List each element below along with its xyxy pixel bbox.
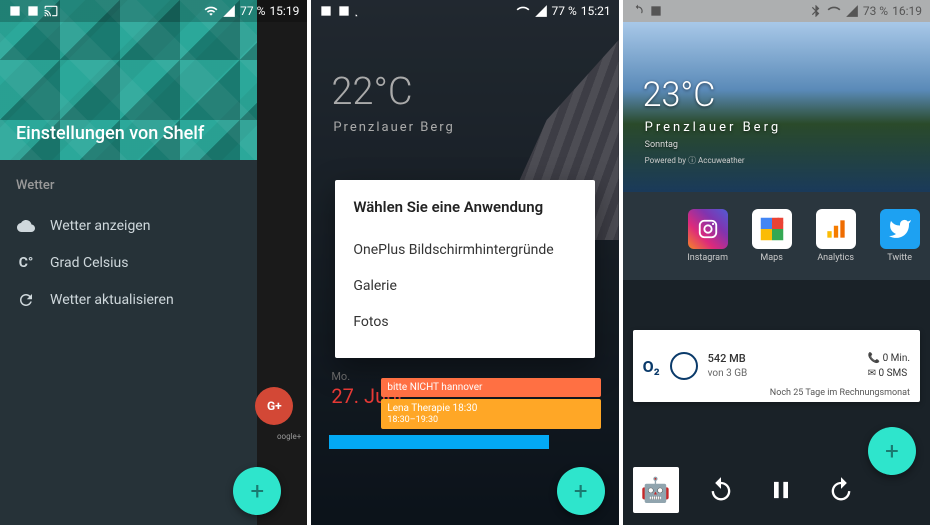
mins-row: 📞 0 Min. (868, 351, 910, 366)
calendar-events: bitte NICHT hannover Lena Therapie 18:30… (381, 378, 600, 431)
dialog-option-photos[interactable]: Fotos (353, 304, 576, 340)
status-bar: 77 % 15:21 (311, 0, 618, 22)
forward-button[interactable] (823, 472, 859, 508)
maps-icon (752, 209, 792, 249)
weather-temp: 23°C (643, 75, 716, 115)
calendar-event[interactable]: bitte NICHT hannover (381, 378, 600, 397)
signal-icon (534, 4, 548, 18)
app-instagram[interactable]: Instagram (683, 209, 733, 263)
status-bar: 77 % 15:19 (0, 0, 307, 22)
rewind-button[interactable] (703, 472, 739, 508)
app-maps[interactable]: Maps (747, 209, 797, 263)
setting-label: Wetter aktualisieren (50, 292, 291, 308)
sync-icon (631, 4, 645, 18)
battery-text: 77 % (552, 4, 577, 18)
setting-row-show-weather[interactable]: Wetter anzeigen (16, 207, 291, 245)
data-used: 542 MB (708, 352, 748, 366)
cloud-icon (16, 217, 36, 235)
album-art[interactable]: 🤖 (633, 467, 679, 513)
sms-row: ✉ 0 SMS (868, 366, 910, 381)
notification-icon (26, 4, 40, 18)
instagram-icon (688, 209, 728, 249)
weather-location: Prenzlauer Berg (645, 120, 782, 135)
background-peek (257, 0, 307, 525)
data-total: von 3 GB (708, 367, 748, 380)
clock-text: 16:19 (892, 4, 922, 18)
setting-row-celsius[interactable]: C° Grad Celsius (16, 245, 291, 281)
phone-shelf: 73 % 16:19 23°C Prenzlauer Berg Sonntag … (623, 0, 930, 525)
weather-day: Sonntag (645, 140, 678, 150)
gplus-label: oogle+ (277, 432, 301, 441)
wifi-icon (827, 4, 841, 18)
dialog-option-gallery[interactable]: Galerie (353, 268, 576, 304)
setting-row-refresh[interactable]: Wetter aktualisieren (16, 281, 291, 319)
signal-icon (222, 4, 236, 18)
cast-icon (44, 4, 58, 18)
calendar-strip (329, 435, 548, 449)
notification-icon (337, 4, 351, 18)
clock-text: 15:19 (269, 4, 299, 18)
calendar-day: Mo. (331, 370, 350, 383)
setting-label: Wetter anzeigen (50, 218, 243, 234)
page-title: Einstellungen von Shelf (16, 123, 204, 144)
fab-add[interactable]: + (557, 467, 605, 515)
dialog-option-oneplus[interactable]: OnePlus Bildschirmhintergründe (353, 232, 576, 268)
notification-icon (649, 4, 663, 18)
app-twitter[interactable]: Twitte (875, 209, 925, 263)
weather-powered: Powered by ⓘ Accuweather (645, 155, 745, 166)
globe-icon (670, 352, 698, 380)
pause-button[interactable] (763, 472, 799, 508)
weather-temp: 22°C (331, 70, 412, 114)
analytics-icon (816, 209, 856, 249)
bluetooth-icon (809, 4, 823, 18)
fab-add[interactable]: + (868, 427, 916, 475)
fab-add[interactable]: + (233, 467, 281, 515)
battery-text: 73 % (863, 4, 888, 18)
app-analytics[interactable]: Analytics (811, 209, 861, 263)
wifi-icon (516, 4, 530, 18)
billing-text: Noch 25 Tage im Rechnungsmonat (770, 388, 910, 398)
clock-text: 15:21 (581, 4, 611, 18)
o2-logo: O₂ (643, 357, 660, 376)
calendar-event[interactable]: Lena Therapie 18:3018:30–19:30 (381, 399, 600, 429)
app-chooser-dialog: Wählen Sie eine Anwendung OnePlus Bildsc… (335, 180, 594, 358)
refresh-icon (16, 291, 36, 309)
weather-location: Prenzlauer Berg (333, 120, 455, 135)
o2-widget[interactable]: O₂ 542 MB von 3 GB 📞 0 Min. ✉ 0 SMS Noch… (633, 330, 920, 402)
phone-settings: 77 % 15:19 Einstellungen von Shelf Wette… (0, 0, 307, 525)
setting-label: Grad Celsius (50, 255, 243, 271)
celsius-icon: C° (16, 255, 36, 271)
notification-icon (319, 4, 333, 18)
wifi-icon (204, 4, 218, 18)
status-bar: 73 % 16:19 (623, 0, 930, 22)
spacer (623, 280, 930, 330)
app-shelf: Instagram Maps Analytics Twitte (623, 192, 930, 280)
signal-icon (845, 4, 859, 18)
cast-icon (355, 4, 369, 18)
twitter-icon (880, 209, 920, 249)
dialog-title: Wählen Sie eine Anwendung (353, 198, 576, 216)
section-header: Wetter (16, 178, 291, 193)
notification-icon (8, 4, 22, 18)
battery-text: 77 % (240, 4, 265, 18)
phone-dialog: 77 % 15:21 22°C Prenzlauer Berg Wählen S… (311, 0, 618, 525)
